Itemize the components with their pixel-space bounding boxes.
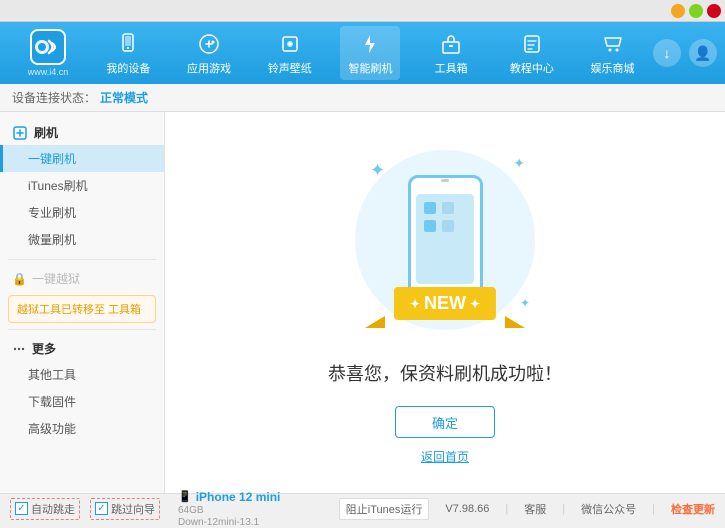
confirm-button[interactable]: 确定 [395,406,495,438]
title-bar [0,0,725,22]
sidebar-item-pro[interactable]: 专业刷机 [0,199,164,226]
status-value: 正常模式 [100,89,148,106]
nav-toolbox[interactable]: 工具箱 [421,26,481,80]
phone-screen [416,194,474,284]
auto-skip-label: 自动跳走 [31,501,75,517]
toolbox-icon [437,30,465,58]
my-device-icon [114,30,142,58]
phone-screen-icons [416,194,474,240]
download-button[interactable]: ↓ [653,39,681,67]
return-link[interactable]: 返回首页 [421,448,469,465]
user-button[interactable]: 👤 [689,39,717,67]
sidebar: 刷机 一键刷机 iTunes刷机 专业刷机 微量刷机 🔒 一键越狱 越狱工具已转… [0,112,165,493]
version: V7.98.66 [445,503,489,515]
smart-flash-icon [356,30,384,58]
logo-site: www.i4.cn [28,67,69,77]
sidebar-divider-2 [8,329,156,330]
nav-label-ringtone: 铃声壁纸 [268,60,312,76]
nav-app-game[interactable]: 应用游戏 [179,26,239,80]
lock-icon: 🔒 [12,272,26,286]
sparkle-top-right: ✦ [513,155,525,172]
sparkle-top-left: ✦ [370,160,385,181]
device-storage: 64GB [178,505,204,516]
service-link[interactable]: 客服 [524,501,546,517]
nav-smart-flash[interactable]: 智能刷机 [340,26,400,80]
ribbon-left [365,316,385,328]
nav-ringtone[interactable]: 铃声壁纸 [260,26,320,80]
ribbon-right [505,316,525,328]
flash-section-label: 刷机 [34,124,58,141]
auto-skip-checkbox-box[interactable]: ✓ [15,502,28,515]
nav-tutorial[interactable]: 教程中心 [502,26,562,80]
nav-bar: www.i4.cn 我的设备 应用游戏 [0,22,725,84]
skip-wizard-checkbox-box[interactable]: ✓ [95,502,108,515]
bottom-right: 阻止iTunes运行 V7.98.66 | 客服 | 微信公众号 | 检查更新 [339,498,715,520]
close-button[interactable] [707,4,721,18]
nav-items: 我的设备 应用游戏 铃声壁纸 [88,26,653,80]
bottom-left: ✓ 自动跳走 ✓ 跳过向导 📱 iPhone 12 mini 64GB Down… [10,490,339,528]
store-icon [599,30,627,58]
status-label: 设备连接状态： [12,89,96,106]
skip-wizard-checkbox[interactable]: ✓ 跳过向导 [90,498,160,520]
nav-label-app: 应用游戏 [187,60,231,76]
main-content: 刷机 一键刷机 iTunes刷机 专业刷机 微量刷机 🔒 一键越狱 越狱工具已转… [0,112,725,493]
device-info: 📱 iPhone 12 mini 64GB Down-12mini-13.1 [178,490,280,528]
logo-icon [30,29,66,65]
success-message: 恭喜您，保资料刷机成功啦！ [328,360,562,386]
minimize-button[interactable] [671,4,685,18]
auto-skip-checkbox[interactable]: ✓ 自动跳走 [10,498,80,520]
logo: www.i4.cn [8,29,88,77]
sidebar-item-micro[interactable]: 微量刷机 [0,226,164,253]
content-area: ✦ ✦ ✦ NEW [165,112,725,493]
block-itunes-button[interactable]: 阻止iTunes运行 [339,498,430,520]
ringtone-icon [276,30,304,58]
nav-label-toolbox: 工具箱 [435,60,468,76]
maximize-button[interactable] [689,4,703,18]
device-model: Down-12mini-13.1 [178,517,259,528]
sidebar-item-itunes[interactable]: iTunes刷机 [0,172,164,199]
more-section-title: 更多 [0,336,164,361]
sidebar-item-one-click[interactable]: 一键刷机 [0,145,164,172]
sidebar-warning: 越狱工具已转移至 工具箱 [8,295,156,323]
phone-speaker [441,179,449,182]
phone-icon: 📱 [178,490,192,503]
app-game-icon [195,30,223,58]
nav-label-device: 我的设备 [106,60,150,76]
nav-label-tutorial: 教程中心 [510,60,554,76]
nav-store[interactable]: 娱乐商城 [583,26,643,80]
tutorial-icon [518,30,546,58]
sidebar-jailbreak-disabled: 🔒 一键越狱 [0,266,164,291]
sidebar-divider-1 [8,259,156,260]
nav-right-actions: ↓ 👤 [653,39,717,67]
sidebar-item-advanced[interactable]: 高级功能 [0,415,164,442]
wechat-link[interactable]: 微信公众号 [581,501,636,517]
nav-label-store: 娱乐商城 [591,60,635,76]
bottom-bar: ✓ 自动跳走 ✓ 跳过向导 📱 iPhone 12 mini 64GB Down… [0,493,725,523]
nav-my-device[interactable]: 我的设备 [98,26,158,80]
update-link[interactable]: 检查更新 [671,501,715,517]
sparkle-bottom-right: ✦ [520,296,530,310]
more-icon [12,342,26,356]
success-illustration: ✦ ✦ ✦ NEW [345,140,545,340]
sidebar-item-other-tools[interactable]: 其他工具 [0,361,164,388]
nav-label-flash: 智能刷机 [348,60,392,76]
sidebar-item-download-firmware[interactable]: 下载固件 [0,388,164,415]
status-bar: 设备连接状态： 正常模式 [0,84,725,112]
new-badge: NEW [394,287,496,320]
flash-section-title: 刷机 [0,120,164,145]
device-name: iPhone 12 mini [196,490,281,504]
phone-shape [408,175,483,305]
skip-wizard-label: 跳过向导 [111,501,155,517]
flash-section-icon [12,125,28,141]
